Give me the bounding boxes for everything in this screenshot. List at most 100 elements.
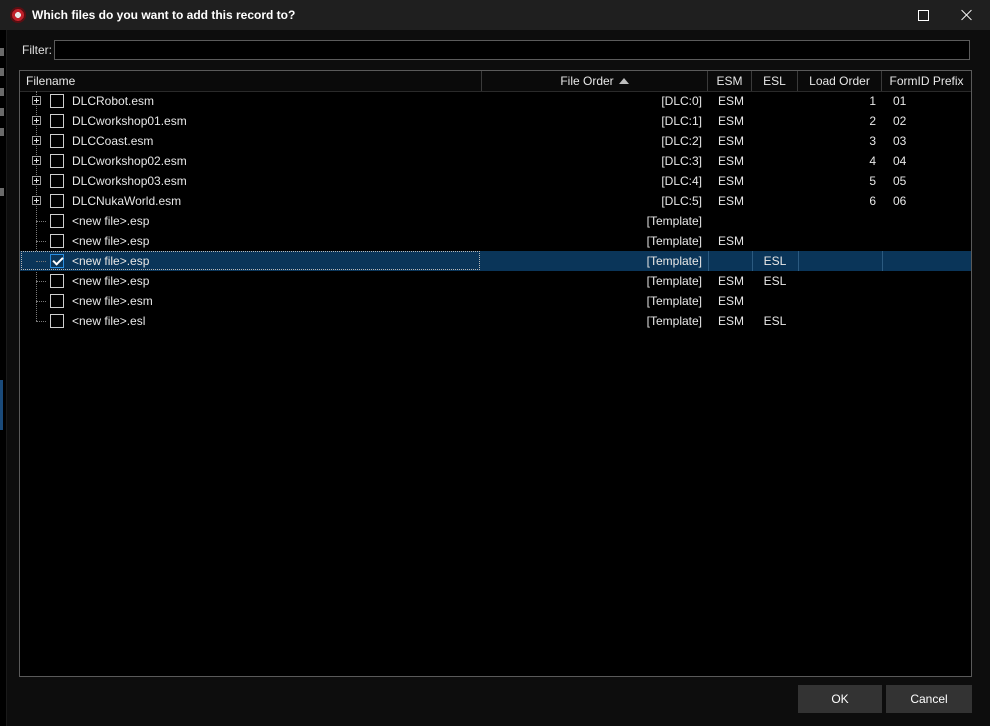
table-row[interactable]: <new file>.esp [Template] ESL <box>20 251 971 271</box>
table-row[interactable]: <new file>.esm [Template] ESM <box>20 291 971 311</box>
checkbox[interactable] <box>50 194 64 208</box>
row-formid-prefix <box>893 211 963 231</box>
column-separator <box>882 251 883 271</box>
column-header-load-order[interactable]: Load Order <box>798 71 882 91</box>
row-load-order: 6 <box>869 194 876 208</box>
row-file-order: [DLC:2] <box>661 134 702 148</box>
close-button[interactable] <box>944 0 990 30</box>
row-filename: <new file>.esp <box>72 254 150 268</box>
title-bar[interactable]: Which files do you want to add this reco… <box>0 0 990 30</box>
row-filename: DLCNukaWorld.esm <box>72 194 182 208</box>
row-esl-flag <box>752 231 798 251</box>
table-row[interactable]: DLCRobot.esm [DLC:0] ESM 1 01 <box>20 91 971 111</box>
edge-mark <box>0 128 4 136</box>
column-header-file-order[interactable]: File Order <box>482 71 708 91</box>
cancel-button[interactable]: Cancel <box>886 685 972 713</box>
window-title: Which files do you want to add this reco… <box>32 8 296 22</box>
row-esm-flag: ESM <box>717 234 744 248</box>
tree-connector-line <box>36 221 46 222</box>
row-filename: <new file>.esm <box>72 294 153 308</box>
checkbox[interactable] <box>50 114 64 128</box>
column-separator <box>798 251 799 271</box>
table-row[interactable]: DLCCoast.esm [DLC:2] ESM 3 03 <box>20 131 971 151</box>
column-header-esm[interactable]: ESM <box>708 71 752 91</box>
table-row[interactable]: <new file>.esp [Template] ESM ESL <box>20 271 971 291</box>
ok-button[interactable]: OK <box>798 685 882 713</box>
checkbox-checked[interactable] <box>50 254 64 268</box>
expand-plus-icon[interactable] <box>32 136 41 145</box>
dialog-window: Which files do you want to add this reco… <box>0 0 990 726</box>
table-row[interactable]: DLCworkshop03.esm [DLC:4] ESM 5 05 <box>20 171 971 191</box>
row-load-order: 5 <box>869 174 876 188</box>
checkbox[interactable] <box>50 314 64 328</box>
tree-connector-line <box>36 301 46 302</box>
table-row[interactable]: <new file>.esp [Template] <box>20 211 971 231</box>
edge-accent <box>0 380 3 430</box>
row-formid-prefix: 06 <box>893 194 907 208</box>
column-header-label: ESM <box>716 74 743 88</box>
column-header-label: File Order <box>560 74 614 88</box>
row-filename: <new file>.esp <box>72 274 150 288</box>
close-icon <box>961 9 973 21</box>
background-app-edge <box>0 30 7 726</box>
row-esm-flag: ESM <box>717 94 744 108</box>
row-esl-flag <box>752 291 798 311</box>
row-file-order: [Template] <box>646 254 702 268</box>
list-rows: DLCRobot.esm [DLC:0] ESM 1 01 DLCworkshop01.e… <box>20 91 971 331</box>
expand-plus-icon[interactable] <box>32 96 41 105</box>
row-formid-prefix: 02 <box>893 114 907 128</box>
row-esm-flag: ESM <box>717 314 744 328</box>
edge-mark <box>0 48 4 56</box>
tree-connector-line <box>36 281 46 282</box>
expand-plus-icon[interactable] <box>32 196 41 205</box>
row-esl-flag <box>752 111 798 131</box>
row-esl-flag <box>752 191 798 211</box>
checkbox[interactable] <box>50 134 64 148</box>
row-load-order: 1 <box>869 94 876 108</box>
row-file-order: [Template] <box>646 314 702 328</box>
expand-plus-icon[interactable] <box>32 116 41 125</box>
row-filename: <new file>.esl <box>72 314 146 328</box>
file-list[interactable]: Filename File Order ESM ESL Load Order F… <box>19 70 972 677</box>
table-row[interactable]: DLCworkshop02.esm [DLC:3] ESM 4 04 <box>20 151 971 171</box>
row-filename: DLCworkshop02.esm <box>72 154 187 168</box>
row-esl-flag: ESL <box>763 254 787 268</box>
column-header-label: Load Order <box>809 74 870 88</box>
row-formid-prefix <box>893 231 963 251</box>
edge-mark <box>0 108 4 116</box>
row-formid-prefix <box>893 291 963 311</box>
row-esm-flag <box>708 251 754 271</box>
checkbox[interactable] <box>50 234 64 248</box>
checkbox[interactable] <box>50 94 64 108</box>
row-load-order <box>800 211 876 231</box>
row-file-order: [DLC:0] <box>661 94 702 108</box>
row-file-order: [DLC:3] <box>661 154 702 168</box>
filter-input[interactable] <box>54 40 970 60</box>
row-load-order <box>800 271 876 291</box>
checkbox[interactable] <box>50 274 64 288</box>
row-file-order: [DLC:4] <box>661 174 702 188</box>
row-formid-prefix: 01 <box>893 94 907 108</box>
expand-plus-icon[interactable] <box>32 176 41 185</box>
checkbox[interactable] <box>50 154 64 168</box>
maximize-button[interactable] <box>900 0 946 30</box>
row-esl-flag <box>752 131 798 151</box>
row-load-order: 4 <box>869 154 876 168</box>
expand-plus-icon[interactable] <box>32 156 41 165</box>
row-load-order: 2 <box>869 114 876 128</box>
table-row[interactable]: DLCNukaWorld.esm [DLC:5] ESM 6 06 <box>20 191 971 211</box>
table-row[interactable]: <new file>.esl [Template] ESM ESL <box>20 311 971 331</box>
edge-mark <box>0 88 4 96</box>
table-row[interactable]: DLCworkshop01.esm [DLC:1] ESM 2 02 <box>20 111 971 131</box>
row-formid-prefix: 03 <box>893 134 907 148</box>
column-header-esl[interactable]: ESL <box>752 71 798 91</box>
checkbox[interactable] <box>50 294 64 308</box>
column-header-filename[interactable]: Filename <box>20 71 482 91</box>
checkbox[interactable] <box>50 174 64 188</box>
checkbox[interactable] <box>50 214 64 228</box>
column-header-formid-prefix[interactable]: FormID Prefix <box>882 71 971 91</box>
row-esl-flag: ESL <box>763 314 787 328</box>
row-filename: <new file>.esp <box>72 234 150 248</box>
table-row[interactable]: <new file>.esp [Template] ESM <box>20 231 971 251</box>
row-formid-prefix <box>893 311 963 331</box>
